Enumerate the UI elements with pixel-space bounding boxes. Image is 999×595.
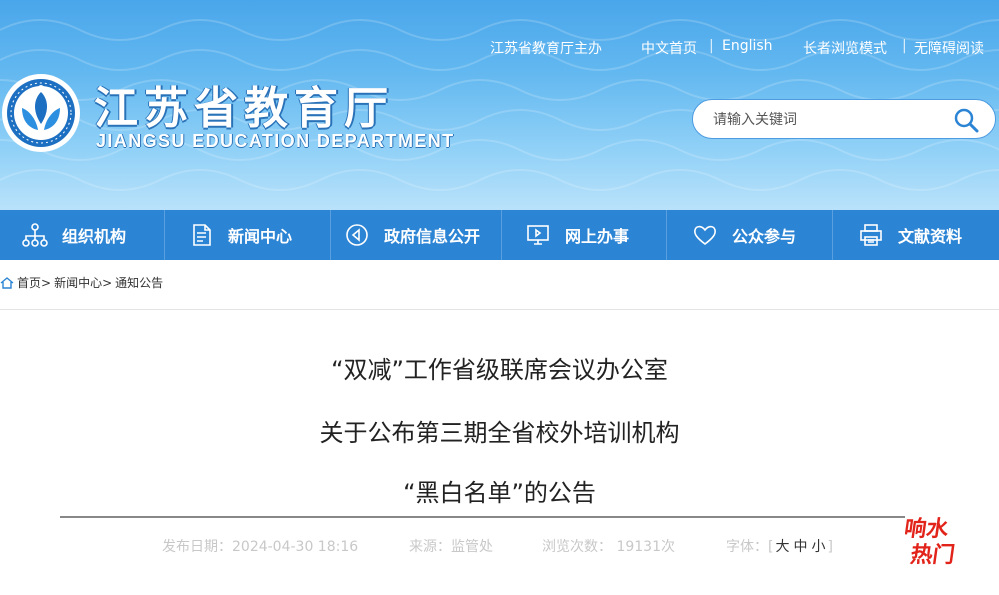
nav-item-literature[interactable]: 文献资料 [858, 210, 962, 260]
nav-item-online-service[interactable]: 网上办事 [525, 210, 629, 260]
separator: | [902, 38, 907, 54]
divider [666, 210, 667, 260]
breadcrumb-current[interactable]: 通知公告 [115, 274, 163, 291]
title-divider [60, 516, 905, 518]
hot-badge-line1: 响水 [905, 516, 951, 542]
source-label: 来源：监管处 [409, 539, 493, 555]
nav-label: 网上办事 [565, 227, 630, 246]
english-link[interactable]: English [722, 38, 773, 54]
search-input[interactable] [711, 109, 945, 131]
host-label: 江苏省教育厅主办 [490, 41, 602, 57]
font-large-button[interactable]: 大 [775, 539, 789, 555]
article-title-line1: “双减”工作省级联席会议办公室 [331, 356, 668, 384]
home-icon [0, 276, 14, 289]
home-cn-link[interactable]: 中文首页 [641, 38, 697, 58]
nav-label: 公众参与 [732, 227, 797, 246]
font-size-label: 字体： [726, 539, 768, 555]
nav-item-organization[interactable]: 组织机构 [22, 210, 126, 260]
accessible-link[interactable]: 无障碍阅读 [914, 38, 984, 58]
nav-item-public-participation[interactable]: 公众参与 [692, 210, 796, 260]
main-nav: 组织机构 新闻中心 政府信息公开 网上办事 公众参与 文献资料 [0, 210, 999, 260]
breadcrumb-home[interactable]: 首页> [17, 274, 51, 291]
divider [832, 210, 833, 260]
publish-date: 发布日期：2024-04-30 18:16 [162, 539, 359, 555]
divider [501, 210, 502, 260]
separator: | [709, 38, 714, 54]
elder-mode-link[interactable]: 长者浏览模式 [803, 38, 887, 58]
font-size-control: 字体：[大中小] [726, 539, 833, 555]
hot-badge-logo: 响水 热门 [903, 516, 957, 568]
search-box [692, 99, 996, 139]
nav-label: 新闻中心 [228, 227, 293, 246]
nav-label: 文献资料 [898, 227, 963, 246]
font-small-button[interactable]: 小 [811, 539, 825, 555]
document-icon [193, 224, 211, 246]
hot-badge[interactable]: 响水 热门 [903, 510, 985, 570]
font-medium-button[interactable]: 中 [793, 539, 807, 555]
play-circle-icon [346, 224, 368, 246]
nav-label: 组织机构 [62, 227, 127, 246]
breadcrumb-section[interactable]: 新闻中心> [54, 274, 112, 291]
monitor-icon [527, 225, 549, 245]
hot-badge-line2: 热门 [909, 542, 957, 568]
top-links: 江苏省教育厅主办 中文首页 | English 长者浏览模式 | 无障碍阅读 [0, 38, 999, 60]
printer-icon [860, 224, 882, 246]
site-header: 江苏省教育厅主办 中文首页 | English 长者浏览模式 | 无障碍阅读 江… [0, 0, 999, 210]
article-title-line2: 关于公布第三期全省校外培训机构 [319, 419, 680, 447]
breadcrumb: 首页> 新闻中心> 通知公告 [0, 274, 166, 291]
department-logo-icon[interactable] [0, 72, 82, 154]
site-title-en: JIANGSU EDUCATION DEPARTMENT [96, 131, 455, 151]
heart-icon [694, 225, 716, 246]
search-icon[interactable] [951, 105, 981, 135]
nav-item-news[interactable]: 新闻中心 [188, 210, 292, 260]
view-count: 浏览次数： 19131次 [542, 539, 675, 555]
divider [164, 210, 165, 260]
article-title-line3: “黑白名单”的公告 [403, 479, 596, 507]
nav-item-gov-info[interactable]: 政府信息公开 [344, 210, 480, 260]
org-chart-icon [22, 223, 48, 247]
divider [0, 309, 999, 310]
divider [330, 210, 331, 260]
site-title-cn: 江苏省教育厅 [94, 83, 394, 134]
nav-label: 政府信息公开 [384, 227, 481, 246]
